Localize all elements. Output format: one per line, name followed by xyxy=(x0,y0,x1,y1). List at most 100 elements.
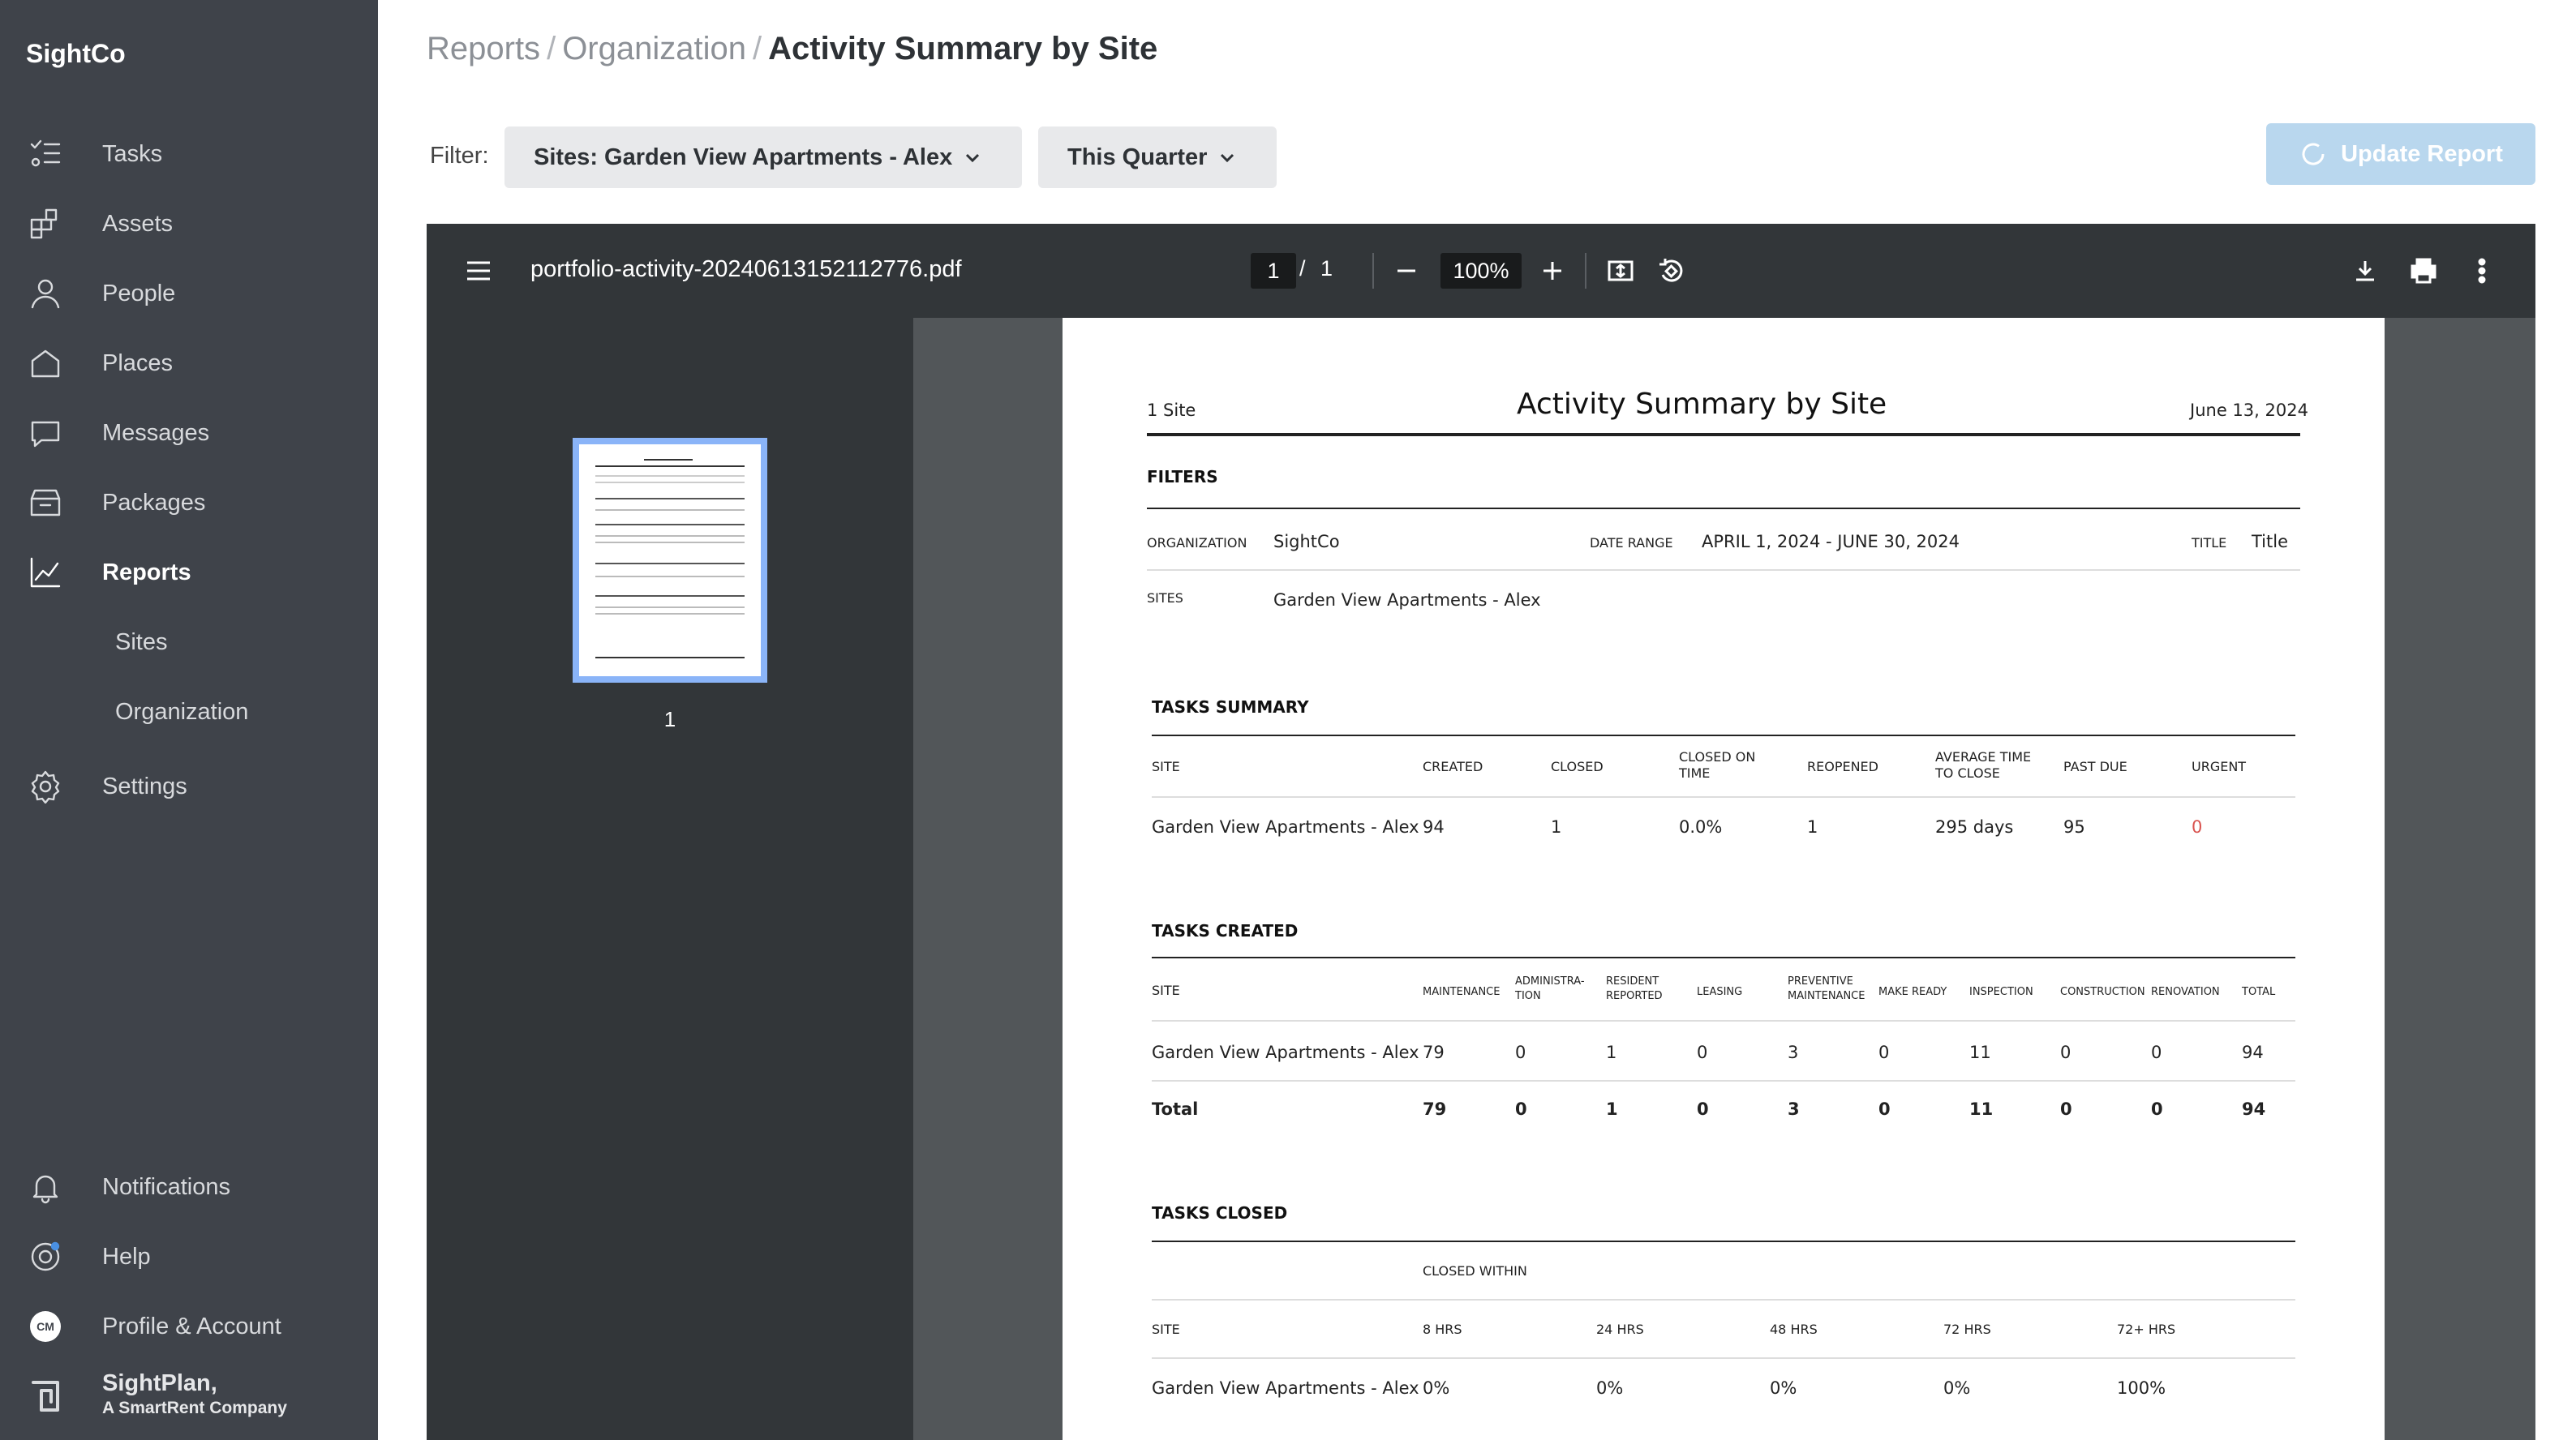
report-title: Activity Summary by Site xyxy=(1517,388,1887,421)
column-header: RESIDENT REPORTED xyxy=(1606,975,1663,1002)
column-header: 72+ HRS xyxy=(2117,1322,2176,1337)
menu-icon[interactable] xyxy=(462,255,495,287)
table-cell: Garden View Apartments - Alex xyxy=(1152,817,1419,837)
column-header: 24 HRS xyxy=(1596,1322,1644,1337)
rotate-icon[interactable] xyxy=(1653,253,1689,289)
zoom-out-icon[interactable] xyxy=(1389,253,1424,289)
column-header: 8 HRS xyxy=(1423,1322,1462,1337)
package-icon xyxy=(28,485,63,521)
sidebar-item-label: Tasks xyxy=(102,140,163,167)
sidebar-item-places[interactable]: Places xyxy=(0,339,378,388)
more-options-icon[interactable] xyxy=(2464,253,2500,289)
table-cell: 1 xyxy=(1606,1043,1617,1062)
urgent-count: 0 xyxy=(2192,817,2203,837)
column-header: 48 HRS xyxy=(1770,1322,1818,1337)
table-cell: 100% xyxy=(2117,1378,2166,1398)
column-header: REOPENED xyxy=(1807,759,1878,774)
table-cell: Garden View Apartments - Alex xyxy=(1152,1378,1419,1398)
sidebar-item-tasks[interactable]: Tasks xyxy=(0,130,378,178)
fit-page-icon[interactable] xyxy=(1603,253,1638,289)
person-icon xyxy=(28,276,63,311)
sidebar-item-label: Assets xyxy=(102,210,174,237)
table-cell: 3 xyxy=(1788,1043,1799,1062)
sidebar-item-label: Places xyxy=(102,349,174,376)
column-header: MAINTENANCE xyxy=(1423,986,1501,998)
sites-filter-dropdown[interactable]: Sites: Garden View Apartments - Alex xyxy=(504,126,1022,188)
sites-label: SITES xyxy=(1147,590,1183,606)
breadcrumb-reports[interactable]: Reports xyxy=(427,31,540,66)
column-header: SITE xyxy=(1152,1322,1180,1337)
total-cell: 0 xyxy=(2151,1099,2163,1119)
table-cell: 0 xyxy=(1697,1043,1708,1062)
sidebar-item-notifications[interactable]: Notifications xyxy=(0,1163,378,1211)
print-icon[interactable] xyxy=(2406,253,2441,289)
table-cell: 0 xyxy=(2060,1043,2072,1062)
sidebar-subitem-organization[interactable]: Organization xyxy=(115,699,248,726)
breadcrumb-organization[interactable]: Organization xyxy=(562,31,746,66)
page-number-input[interactable]: 1 xyxy=(1251,253,1296,289)
filter-label: Filter: xyxy=(430,143,489,169)
sidebar-item-assets[interactable]: Assets xyxy=(0,199,378,248)
filters-heading: FILTERS xyxy=(1147,467,1218,486)
zoom-level[interactable]: 100% xyxy=(1440,253,1522,289)
total-cell: 1 xyxy=(1606,1099,1618,1119)
chart-line-icon xyxy=(28,555,63,590)
sidebar-item-people[interactable]: People xyxy=(0,269,378,318)
table-cell: 79 xyxy=(1423,1043,1445,1062)
sidebar-item-label: Settings xyxy=(102,773,187,799)
table-cell: 0% xyxy=(1596,1378,1624,1398)
table-cell: 11 xyxy=(1969,1043,1991,1062)
table-cell: 95 xyxy=(2063,817,2085,837)
sightplan-logo-icon xyxy=(28,1378,63,1414)
table-cell: Garden View Apartments - Alex xyxy=(1152,1043,1419,1062)
zoom-in-icon[interactable] xyxy=(1535,253,1570,289)
table-cell: 0% xyxy=(1423,1378,1450,1398)
chevron-down-icon xyxy=(1221,153,1234,163)
sidebar-item-profile[interactable]: CM Profile & Account xyxy=(0,1302,378,1351)
sidebar-item-label: Help xyxy=(102,1243,151,1270)
sidebar-subitem-sites[interactable]: Sites xyxy=(115,629,167,656)
sidebar-item-packages[interactable]: Packages xyxy=(0,478,378,527)
sidebar-item-messages[interactable]: Messages xyxy=(0,409,378,457)
table-cell: 0% xyxy=(1770,1378,1797,1398)
column-header: ADMINISTRA-TION xyxy=(1515,975,1585,1002)
column-header: INSPECTION xyxy=(1969,986,2033,998)
thumbnail-page-number: 1 xyxy=(663,707,676,731)
column-header: CONSTRUCTION xyxy=(2060,986,2145,998)
column-header: TOTAL xyxy=(2242,986,2276,998)
pdf-file-name: portfolio-activity-20240613152112776.pdf xyxy=(530,256,962,282)
sidebar-item-label: Profile & Account xyxy=(102,1313,281,1339)
help-icon xyxy=(28,1239,63,1275)
avatar: CM xyxy=(30,1311,61,1342)
column-header: SITE xyxy=(1152,983,1180,998)
table-cell: 0 xyxy=(2151,1043,2162,1062)
table-cell: 1 xyxy=(1551,817,1562,837)
sidebar-item-help[interactable]: Help xyxy=(0,1232,378,1281)
sidebar-item-label: Reports xyxy=(102,559,191,585)
update-report-button[interactable]: Update Report xyxy=(2266,123,2535,185)
download-icon[interactable] xyxy=(2347,253,2383,289)
column-header: URGENT xyxy=(2192,759,2247,774)
sidebar-item-reports[interactable]: Reports xyxy=(0,548,378,597)
pdf-viewer: portfolio-activity-20240613152112776.pdf… xyxy=(427,224,2535,1440)
sidebar-item-settings[interactable]: Settings xyxy=(0,762,378,811)
report-date: June 13, 2024 xyxy=(2190,401,2308,420)
table-cell: 0.0% xyxy=(1679,817,1723,837)
company-name: SightPlan, A SmartRent Company xyxy=(102,1370,287,1417)
org-value: SightCo xyxy=(1273,532,1340,551)
period-filter-dropdown[interactable]: This Quarter xyxy=(1038,126,1277,188)
message-icon xyxy=(28,415,63,451)
thumbnail-sidebar: 1 xyxy=(427,318,913,1440)
sidebar-item-label: Notifications xyxy=(102,1173,230,1200)
title-label: TITLE xyxy=(2192,535,2227,551)
sidebar-item-label: Packages xyxy=(102,489,206,516)
page-thumbnail[interactable] xyxy=(573,438,767,683)
column-header: PAST DUE xyxy=(2063,759,2127,774)
total-cell: 0 xyxy=(1878,1099,1891,1119)
date-range-value: APRIL 1, 2024 - JUNE 30, 2024 xyxy=(1702,532,1960,551)
total-cell: 94 xyxy=(2242,1099,2266,1119)
total-cell: 3 xyxy=(1788,1099,1800,1119)
gear-icon xyxy=(28,769,63,804)
sidebar-item-label: Messages xyxy=(102,419,210,446)
refresh-icon xyxy=(2302,143,2325,165)
